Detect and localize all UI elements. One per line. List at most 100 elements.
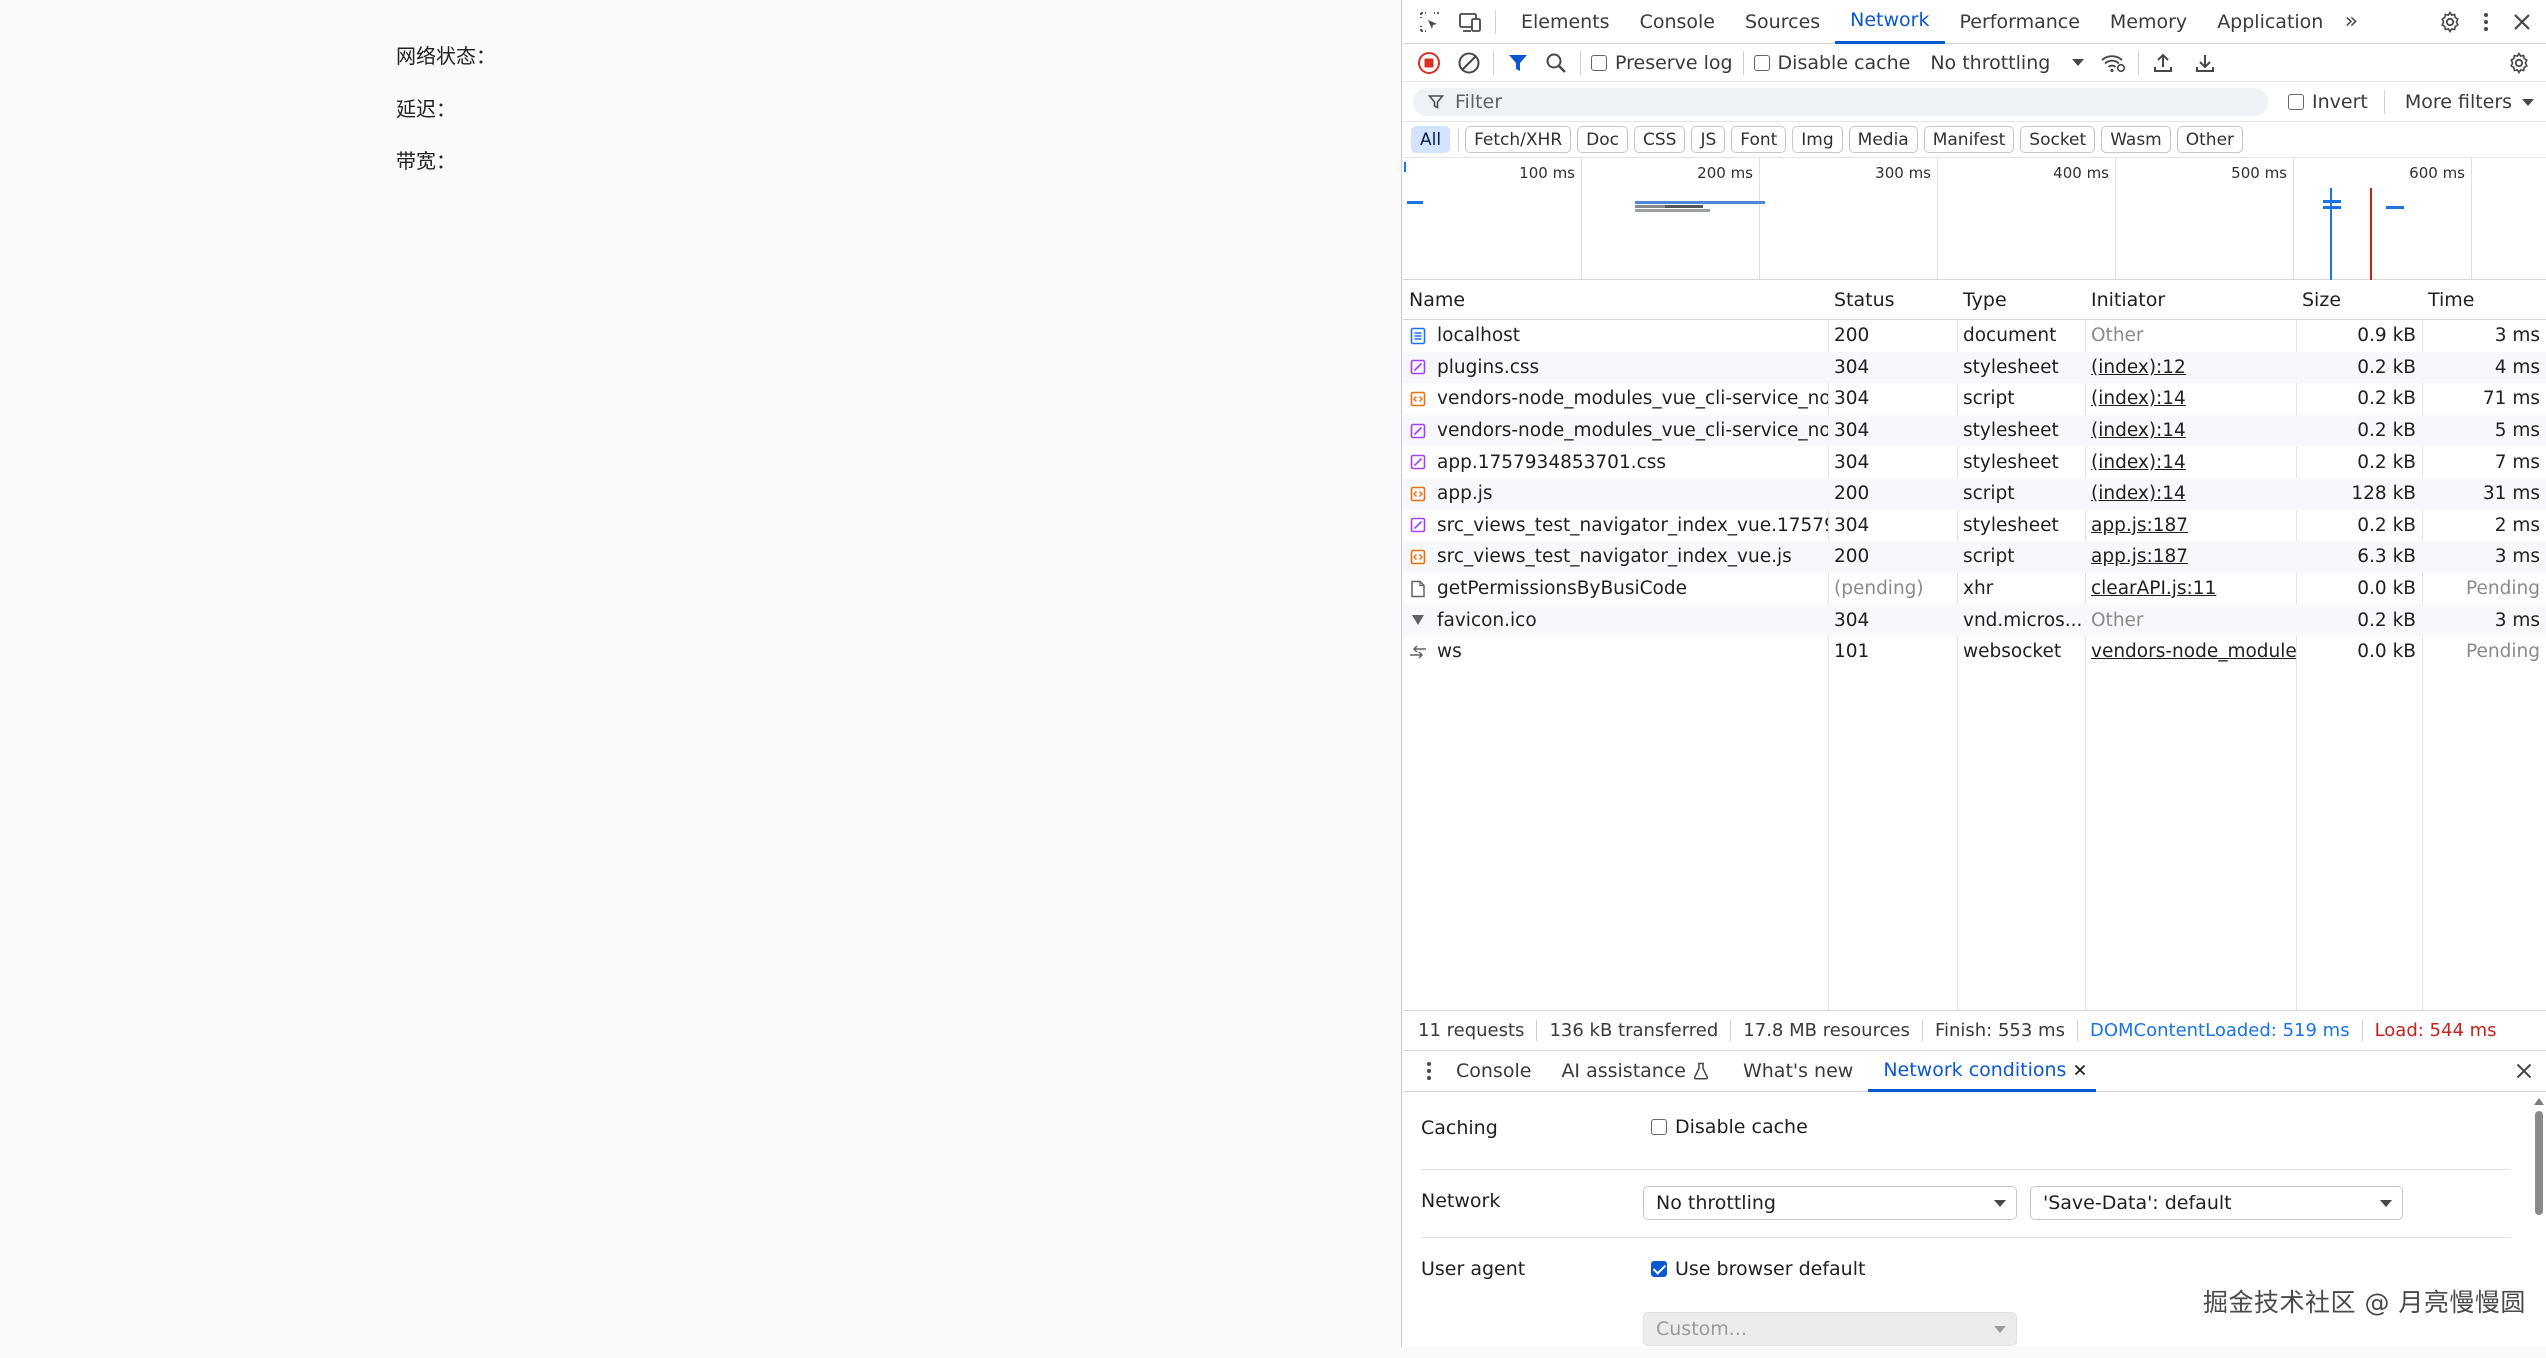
request-type-cell: script [1957, 383, 2085, 415]
more-filters-button[interactable]: More filters [2405, 91, 2535, 113]
drawer-tab-console[interactable]: Console [1441, 1050, 1546, 1092]
request-initiator[interactable]: (index):14 [2091, 388, 2186, 409]
tab-console[interactable]: Console [1625, 0, 1730, 44]
stylesheet-file-icon [1409, 516, 1427, 534]
drawer-tab-ai-assistance[interactable]: AI assistance [1546, 1050, 1692, 1092]
search-icon[interactable] [1542, 49, 1570, 77]
type-filter-js[interactable]: JS [1691, 126, 1726, 153]
column-header-size[interactable]: Size [2296, 280, 2422, 320]
request-initiator[interactable]: clearAPI.js:11 [2091, 578, 2216, 599]
request-time: 31 ms [2482, 483, 2540, 505]
settings-gear-icon[interactable] [2434, 6, 2466, 38]
more-options-icon[interactable] [2474, 6, 2498, 38]
overview-gridline [2471, 158, 2472, 279]
preserve-log-checkbox[interactable] [1591, 54, 1607, 71]
more-tabs-icon[interactable]: » [2338, 7, 2364, 37]
inspect-element-icon[interactable] [1415, 7, 1445, 37]
network-settings-gear-icon[interactable] [2504, 48, 2534, 78]
type-filter-fetch-xhr[interactable]: Fetch/XHR [1465, 126, 1572, 153]
request-initiator[interactable]: app.js:187 [2091, 546, 2188, 567]
type-filter-wasm[interactable]: Wasm [2101, 126, 2171, 153]
throttling-select[interactable]: No throttling [1930, 52, 2085, 74]
close-drawer-icon[interactable] [2510, 1056, 2538, 1086]
request-type: document [1963, 325, 2057, 347]
table-row[interactable]: localhost 200 document Other 0.9 kB 3 ms [1403, 320, 2546, 352]
import-har-icon[interactable] [2149, 49, 2177, 77]
request-name-cell: ws [1403, 636, 1828, 668]
request-initiator[interactable]: (index):14 [2091, 483, 2186, 504]
table-row[interactable]: favicon.ico 304 vnd.micros... Other 0.2 kB 3 … [1403, 604, 2546, 636]
request-time: 7 ms [2494, 451, 2540, 473]
type-filter-manifest[interactable]: Manifest [1923, 126, 2015, 153]
table-row[interactable]: src_views_test_navigator_index_vue.17579… [1403, 510, 2546, 542]
request-initiator[interactable]: (index):14 [2091, 452, 2186, 473]
request-size-cell: 0.2 kB [2296, 604, 2422, 636]
save-data-select[interactable]: 'Save-Data': default [2030, 1186, 2403, 1220]
clear-icon[interactable] [1455, 49, 1483, 77]
table-row[interactable]: vendors-node_modules_vue_cli-service_no.… [1403, 414, 2546, 447]
column-header-name[interactable]: Name [1403, 280, 1828, 320]
drawer-tab-whats-new[interactable]: What's new [1728, 1050, 1868, 1092]
request-initiator[interactable]: (index):14 [2091, 420, 2186, 441]
type-filter-img[interactable]: Img [1792, 126, 1843, 153]
export-har-icon[interactable] [2191, 49, 2219, 77]
record-stop-icon[interactable] [1415, 49, 1443, 77]
network-row: Network No throttling 'Save-Data': defau… [1421, 1170, 2510, 1238]
request-size-cell: 0.2 kB [2296, 352, 2422, 384]
tab-elements[interactable]: Elements [1506, 0, 1625, 44]
overview-tick-label: 300 ms [1875, 164, 1931, 182]
close-tab-icon[interactable] [2072, 1064, 2088, 1076]
network-conditions-icon[interactable] [2098, 49, 2128, 77]
network-overview-timeline[interactable]: 100 ms 200 ms 300 ms 400 ms 500 ms 600 m… [1403, 158, 2546, 280]
use-browser-default-checkbox[interactable] [1651, 1261, 1667, 1277]
table-row[interactable]: src_views_test_navigator_index_vue.js 200… [1403, 541, 2546, 573]
invert-checkbox[interactable] [2288, 94, 2304, 110]
type-filter-media[interactable]: Media [1848, 126, 1918, 153]
drawer-tab-network-conditions[interactable]: Network conditions [1868, 1050, 2097, 1092]
column-header-status[interactable]: Status [1828, 280, 1957, 320]
save-data-value: 'Save-Data': default [2043, 1192, 2232, 1214]
type-filter-doc[interactable]: Doc [1577, 126, 1628, 153]
table-row[interactable]: app.1757934853701.css 304 stylesheet (index… [1403, 446, 2546, 478]
type-filter-font[interactable]: Font [1731, 126, 1787, 153]
network-throttling-select[interactable]: No throttling [1643, 1186, 2017, 1220]
tab-memory[interactable]: Memory [2095, 0, 2202, 44]
filter-funnel-icon[interactable] [1504, 49, 1532, 77]
table-row[interactable]: ws 101 websocket vendors-node_modules 0.0 kB… [1403, 636, 2546, 668]
filter-input[interactable]: Filter [1413, 88, 2268, 116]
request-initiator[interactable]: app.js:187 [2091, 515, 2188, 536]
table-row[interactable]: vendors-node_modules_vue_cli-service_no.… [1403, 383, 2546, 415]
column-header-type[interactable]: Type [1957, 280, 2085, 320]
drawer-disable-cache-checkbox[interactable] [1651, 1119, 1667, 1135]
request-size: 128 kB [2351, 483, 2416, 505]
column-header-time[interactable]: Time [2422, 280, 2546, 320]
close-devtools-icon[interactable] [2508, 6, 2536, 38]
request-initiator[interactable]: vendors-node_modules [2091, 641, 2296, 662]
request-size-cell: 6.3 kB [2296, 541, 2422, 573]
table-row[interactable]: plugins.css 304 stylesheet (index):12 0.2 kB… [1403, 351, 2546, 384]
device-toolbar-icon[interactable] [1455, 7, 1485, 37]
type-filter-socket[interactable]: Socket [2020, 126, 2096, 153]
disable-cache-checkbox[interactable] [1753, 54, 1770, 71]
tab-network[interactable]: Network [1835, 0, 1945, 44]
drawer-scrollbar[interactable] [2534, 1098, 2544, 1228]
drawer-menu-icon[interactable] [1417, 1056, 1441, 1086]
tab-performance[interactable]: Performance [1945, 0, 2095, 44]
type-filter-all[interactable]: All [1411, 126, 1451, 153]
scroll-up-arrow-icon[interactable] [2534, 1098, 2544, 1105]
tab-application[interactable]: Application [2202, 0, 2338, 44]
column-header-initiator[interactable]: Initiator [2085, 280, 2296, 320]
table-row[interactable]: app.js 200 script (index):14 128 kB 31 ms [1403, 477, 2546, 510]
request-initiator[interactable]: (index):12 [2091, 357, 2186, 378]
tab-sources[interactable]: Sources [1730, 0, 1835, 44]
request-initiator-cell: (index):14 [2085, 478, 2296, 510]
table-row[interactable]: getPermissionsByBusiCode (pending) xhr clea… [1403, 573, 2546, 605]
overview-start-marker [1404, 162, 1406, 172]
type-filter-css[interactable]: CSS [1634, 126, 1686, 153]
request-initiator-cell: (index):14 [2085, 415, 2296, 447]
type-filter-other[interactable]: Other [2176, 126, 2244, 153]
scrollbar-thumb[interactable] [2535, 1111, 2543, 1215]
overview-request-bar [1407, 201, 1423, 204]
overview-gridline [1937, 158, 1938, 279]
load-marker [2370, 188, 2372, 280]
